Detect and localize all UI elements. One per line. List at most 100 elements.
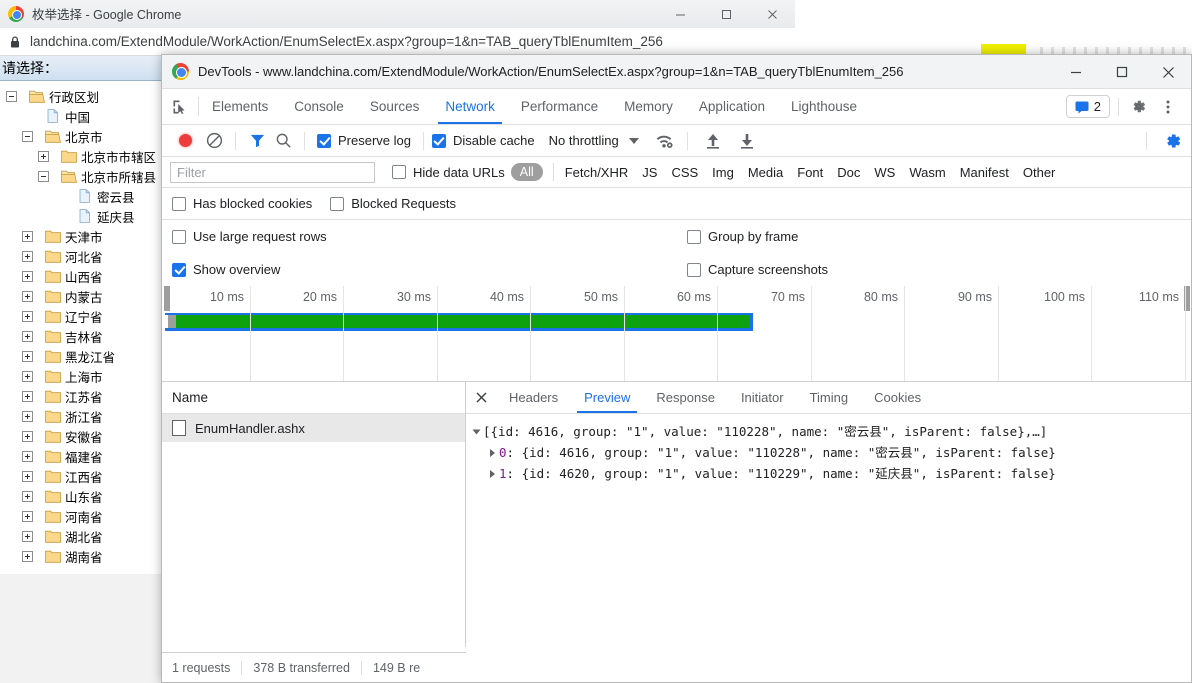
resource-type-wasm[interactable]: Wasm: [902, 165, 952, 180]
record-stop-icon[interactable]: [179, 134, 192, 147]
detail-tab-cookies[interactable]: Cookies: [861, 382, 934, 413]
tree-collapse-icon[interactable]: [6, 90, 17, 102]
chevron-down-icon[interactable]: [628, 137, 639, 144]
tree-expand-icon[interactable]: [22, 490, 33, 502]
filter-icon[interactable]: [244, 132, 270, 149]
tree-item-5[interactable]: 密云县: [0, 186, 163, 206]
more-vertical-icon[interactable]: [1153, 92, 1183, 122]
tab-elements[interactable]: Elements: [199, 89, 281, 124]
preview-json-viewer[interactable]: [{id: 4616, group: "1", value: "110228",…: [466, 414, 1191, 647]
tab-sources[interactable]: Sources: [357, 89, 433, 124]
resource-type-font[interactable]: Font: [790, 165, 830, 180]
tree-item-8[interactable]: 河北省: [0, 246, 163, 266]
tree-item-19[interactable]: 江西省: [0, 466, 163, 486]
use-large-request-rows-checkbox[interactable]: Use large request rows: [172, 229, 327, 244]
tree-expand-icon[interactable]: [22, 310, 33, 322]
capture-screenshots-checkbox[interactable]: Capture screenshots: [687, 262, 828, 277]
devtools-maximize-button[interactable]: [1099, 55, 1145, 89]
tree-item-16[interactable]: 浙江省: [0, 406, 163, 426]
gear-icon[interactable]: [1123, 92, 1153, 122]
tree-expand-icon[interactable]: [22, 410, 33, 422]
table-row[interactable]: EnumHandler.ashx: [162, 414, 465, 442]
network-conditions-icon[interactable]: [649, 132, 679, 150]
tree-item-0[interactable]: 行政区划: [0, 86, 163, 106]
resource-type-manifest[interactable]: Manifest: [953, 165, 1016, 180]
tree-item-14[interactable]: 上海市: [0, 366, 163, 386]
resource-type-doc[interactable]: Doc: [830, 165, 867, 180]
chrome-omnibox-toolbar[interactable]: landchina.com/ExtendModule/WorkAction/En…: [0, 28, 795, 56]
tree-item-22[interactable]: 湖北省: [0, 526, 163, 546]
tree-expand-icon[interactable]: [22, 470, 33, 482]
tree-item-18[interactable]: 福建省: [0, 446, 163, 466]
tree-expand-icon[interactable]: [22, 390, 33, 402]
tree-collapse-icon[interactable]: [22, 130, 33, 142]
network-settings-gear-icon[interactable]: [1155, 132, 1191, 150]
json-item-0[interactable]: 0 : {id: 4616, group: "1", value: "11022…: [474, 442, 1191, 463]
resource-type-media[interactable]: Media: [741, 165, 790, 180]
address-bar-url[interactable]: landchina.com/ExtendModule/WorkAction/En…: [30, 34, 663, 49]
chrome-close-button[interactable]: [749, 0, 795, 28]
tree-collapse-icon[interactable]: [38, 170, 49, 182]
chevron-right-icon[interactable]: [490, 470, 495, 478]
resource-type-css[interactable]: CSS: [664, 165, 705, 180]
tree-item-9[interactable]: 山西省: [0, 266, 163, 286]
tree-item-12[interactable]: 吉林省: [0, 326, 163, 346]
resource-type-ws[interactable]: WS: [867, 165, 902, 180]
overview-left-handle[interactable]: [164, 286, 170, 311]
chevron-down-icon[interactable]: [472, 429, 481, 435]
tree-expand-icon[interactable]: [22, 370, 33, 382]
detail-tab-response[interactable]: Response: [643, 382, 728, 413]
tree-item-13[interactable]: 黑龙江省: [0, 346, 163, 366]
tree-item-17[interactable]: 安徽省: [0, 426, 163, 446]
tree-expand-icon[interactable]: [38, 150, 49, 162]
detail-tab-preview[interactable]: Preview: [571, 382, 643, 413]
detail-tab-timing[interactable]: Timing: [797, 382, 862, 413]
group-by-frame-checkbox[interactable]: Group by frame: [687, 229, 798, 244]
tree-expand-icon[interactable]: [22, 430, 33, 442]
tree-expand-icon[interactable]: [22, 350, 33, 362]
devtools-close-button[interactable]: [1145, 55, 1191, 89]
detail-tab-headers[interactable]: Headers: [496, 382, 571, 413]
tree-item-6[interactable]: 延庆县: [0, 206, 163, 226]
tree-item-11[interactable]: 辽宁省: [0, 306, 163, 326]
has-blocked-cookies-checkbox[interactable]: Has blocked cookies: [172, 196, 312, 211]
tree-item-20[interactable]: 山东省: [0, 486, 163, 506]
tree-item-1[interactable]: 中国: [0, 106, 163, 126]
network-overview-timeline[interactable]: 10 ms 20 ms 30 ms 40 ms 50 ms 60 ms 70 ms 80 ms…: [162, 286, 1191, 382]
resource-type-js[interactable]: JS: [635, 165, 664, 180]
disable-cache-checkbox[interactable]: Disable cache: [431, 133, 535, 148]
tree-item-7[interactable]: 天津市: [0, 226, 163, 246]
json-root-line[interactable]: [{id: 4616, group: "1", value: "110228",…: [472, 421, 1191, 442]
tree-expand-icon[interactable]: [22, 270, 33, 282]
tree-expand-icon[interactable]: [22, 530, 33, 542]
console-messages-badge[interactable]: 2: [1065, 95, 1110, 118]
tree-expand-icon[interactable]: [22, 230, 33, 242]
tree-expand-icon[interactable]: [22, 510, 33, 522]
tree-expand-icon[interactable]: [22, 550, 33, 562]
close-icon[interactable]: [466, 382, 496, 413]
tree-expand-icon[interactable]: [22, 290, 33, 302]
chevron-right-icon[interactable]: [490, 449, 495, 457]
tree-item-3[interactable]: 北京市市辖区: [0, 146, 163, 166]
resource-type-fetch-xhr[interactable]: Fetch/XHR: [558, 165, 636, 180]
tab-application[interactable]: Application: [686, 89, 778, 124]
tree-item-23[interactable]: 湖南省: [0, 546, 163, 566]
export-har-icon[interactable]: [730, 132, 764, 150]
tree-expand-icon[interactable]: [22, 330, 33, 342]
inspect-element-icon[interactable]: [162, 89, 198, 124]
search-icon[interactable]: [270, 132, 296, 149]
tab-lighthouse[interactable]: Lighthouse: [778, 89, 870, 124]
tree-item-21[interactable]: 河南省: [0, 506, 163, 526]
chrome-minimize-button[interactable]: [657, 0, 703, 28]
json-item-1[interactable]: 1 : {id: 4620, group: "1", value: "11022…: [474, 463, 1191, 484]
hide-data-urls-checkbox[interactable]: Hide data URLs: [392, 165, 505, 180]
chrome-maximize-button[interactable]: [703, 0, 749, 28]
tree-expand-icon[interactable]: [22, 250, 33, 262]
tree-item-10[interactable]: 内蒙古: [0, 286, 163, 306]
blocked-requests-checkbox[interactable]: Blocked Requests: [330, 196, 456, 211]
show-overview-checkbox[interactable]: Show overview: [172, 262, 280, 277]
tree-item-4[interactable]: 北京市所辖县: [0, 166, 163, 186]
resource-type-other[interactable]: Other: [1016, 165, 1063, 180]
preserve-log-checkbox[interactable]: Preserve log: [317, 133, 411, 148]
clear-icon[interactable]: [201, 132, 227, 149]
